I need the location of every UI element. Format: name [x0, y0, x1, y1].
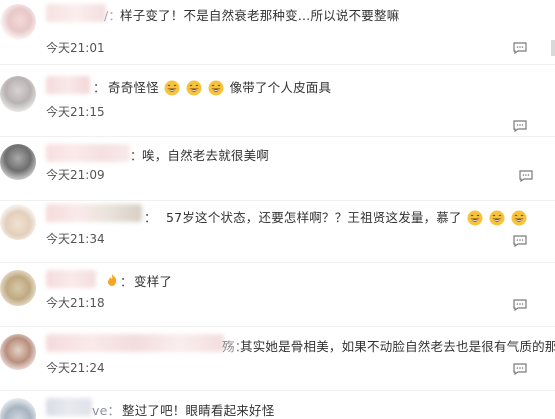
comment-time: 今天21:24: [46, 361, 105, 375]
comment-text: 奇奇怪怪 像带了个人皮面具: [108, 77, 331, 96]
username[interactable]: [46, 76, 90, 94]
username[interactable]: [46, 204, 142, 222]
avatar[interactable]: [0, 204, 36, 240]
comment-name-suffix: /：: [104, 8, 122, 23]
comment-text-part: 57岁这个状态，还要怎样啊？？王祖贤这发量，慕了: [166, 210, 462, 225]
comment-text: 57岁这个状态，还要怎样啊？？王祖贤这发量，慕了: [166, 207, 528, 226]
comment-name-suffix: ：: [93, 80, 106, 95]
comment-time: 今天21:01: [46, 41, 105, 55]
avatar[interactable]: [0, 76, 36, 112]
comment-feed: /： 样子变了！不是自然衰老那种变…所以说不要整嘛 今天21:01 ： 奇奇怪怪…: [0, 0, 555, 419]
comment-name-suffix: ：: [120, 274, 133, 289]
grinning-face-emoji: [164, 80, 180, 96]
comment-item: 殇： 其实她是骨相美，如果不动脸自然老去也是很有气质的那种 今天21:24: [0, 326, 555, 391]
reply-icon[interactable]: [513, 120, 527, 132]
grinning-face-emoji: [186, 80, 202, 96]
comment-item: /： 样子变了！不是自然衰老那种变…所以说不要整嘛 今天21:01: [0, 0, 555, 65]
comment-item: ： 唉，自然老去就很美啊 今天21:09: [0, 136, 555, 201]
comment-time: 今大21:18: [46, 296, 105, 310]
comment-text: 变样了: [134, 274, 173, 289]
comment-item: ve： 整过了吧！眼睛看起来好怪: [0, 394, 555, 419]
fire-icon: [105, 272, 119, 286]
comment-text: 其实她是骨相美，如果不动脸自然老去也是很有气质的那种: [240, 339, 555, 354]
grinning-face-emoji: [467, 210, 483, 226]
avatar[interactable]: [0, 4, 36, 40]
username[interactable]: [46, 270, 96, 288]
reply-icon[interactable]: [513, 363, 527, 375]
comment-time: 今天21:09: [46, 168, 105, 182]
comment-name-suffix: ve：: [92, 403, 121, 418]
username[interactable]: [46, 334, 224, 352]
scrollbar[interactable]: [551, 40, 555, 56]
comment-item: ： 57岁这个状态，还要怎样啊？？王祖贤这发量，慕了 今天21:34: [0, 198, 555, 263]
grinning-face-emoji: [208, 80, 224, 96]
avatar[interactable]: [0, 270, 36, 306]
reply-icon[interactable]: [513, 42, 527, 54]
username[interactable]: [46, 4, 106, 22]
comment-text-part: 像带了个人皮面具: [229, 80, 332, 95]
reply-icon[interactable]: [513, 235, 527, 247]
grinning-face-emoji: [511, 210, 527, 226]
comment-text-part: 奇奇怪怪: [108, 80, 159, 95]
reply-icon[interactable]: [519, 170, 533, 182]
username[interactable]: [46, 144, 130, 162]
avatar[interactable]: [0, 144, 36, 180]
username[interactable]: [46, 398, 92, 416]
avatar[interactable]: [0, 334, 36, 370]
comment-time: 今天21:34: [46, 232, 105, 246]
comment-text: 唉，自然老去就很美啊: [142, 148, 270, 163]
comment-time: 今天21:15: [46, 105, 105, 119]
comment-name-suffix: ：: [144, 210, 157, 225]
reply-icon[interactable]: [513, 299, 527, 311]
comment-text: 整过了吧！眼睛看起来好怪: [122, 403, 275, 418]
comment-text: 样子变了！不是自然衰老那种变…所以说不要整嘛: [120, 8, 400, 23]
comment-item: ： 奇奇怪怪 像带了个人皮面具 今天21:15: [0, 72, 555, 137]
grinning-face-emoji: [489, 210, 505, 226]
avatar[interactable]: [0, 398, 36, 419]
comment-item: ： 变样了 今大21:18: [0, 262, 555, 327]
comment-name-suffix: ：: [130, 148, 143, 163]
